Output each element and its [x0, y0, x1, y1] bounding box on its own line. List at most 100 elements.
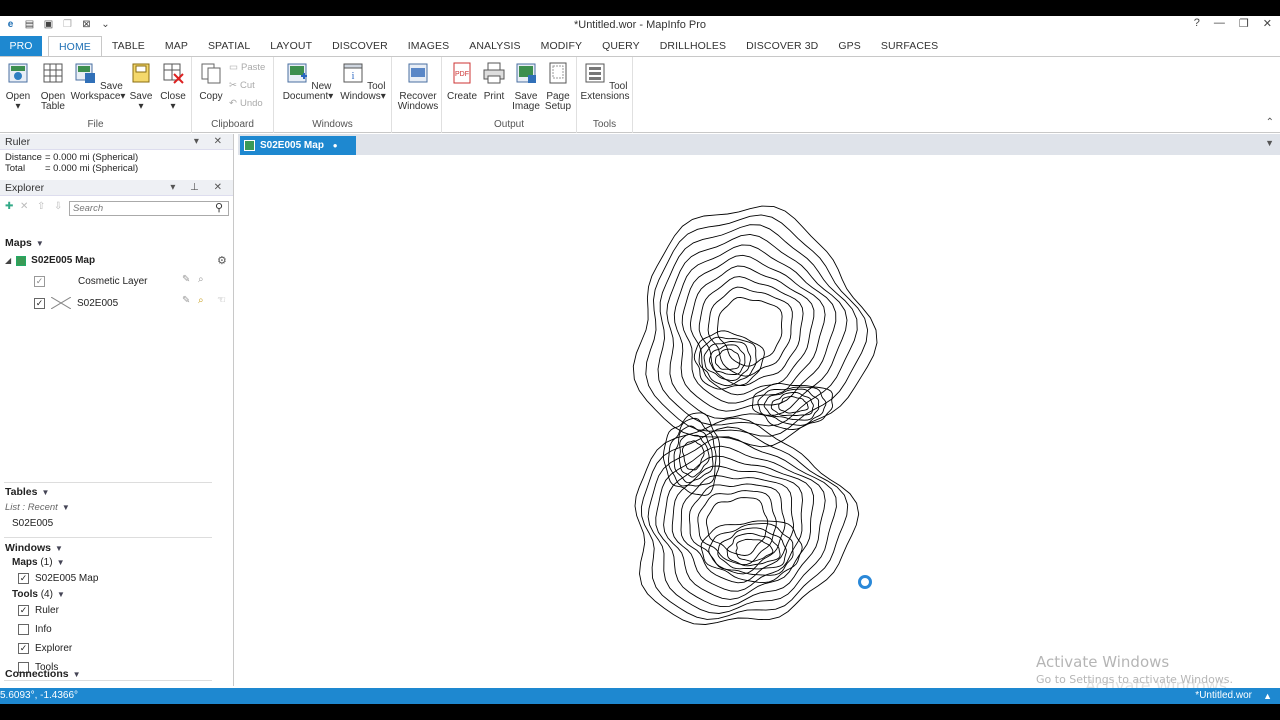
- map-tree-item[interactable]: ◢ S02E005 Map: [5, 255, 95, 266]
- collapse-ribbon-icon[interactable]: ⌃: [1266, 117, 1274, 128]
- explorer-search-input[interactable]: Search: [69, 201, 229, 216]
- save-button[interactable]: Save ▾: [127, 61, 155, 112]
- file-group-label: File: [87, 119, 104, 130]
- explorer-panel-header: Explorer ▾ ⊥ ✕: [0, 180, 233, 196]
- maps-subheader[interactable]: Maps (1) ▼: [12, 557, 65, 568]
- recover-windows-icon: [408, 63, 428, 83]
- contour-line: [698, 276, 804, 386]
- tool-checkbox[interactable]: [18, 624, 29, 635]
- save-icon: [132, 63, 150, 83]
- restore-button[interactable]: ❐: [1239, 17, 1249, 30]
- tab-query[interactable]: QUERY: [592, 36, 650, 56]
- edit-pencil-icon[interactable]: ✎: [182, 274, 190, 285]
- open-button[interactable]: Open ▾: [3, 61, 33, 112]
- move-down-icon[interactable]: ⇩: [54, 201, 62, 212]
- paste-button[interactable]: ▭ Paste: [229, 62, 265, 73]
- add-icon[interactable]: ✚: [5, 201, 13, 212]
- open-table-button[interactable]: Open Table: [37, 61, 69, 112]
- recover-group: Recover Windows: [392, 57, 442, 133]
- tool-row-info[interactable]: Info: [18, 624, 52, 635]
- chevron-down-icon: ▼: [35, 238, 44, 248]
- close-button[interactable]: ✕: [1263, 17, 1272, 30]
- tab-discover[interactable]: DISCOVER: [322, 36, 398, 56]
- search-icon[interactable]: ⚲: [215, 201, 223, 214]
- window-row-map[interactable]: ✓ S02E005 Map: [18, 573, 98, 584]
- move-up-icon[interactable]: ⇧: [37, 201, 45, 212]
- tool-name: Info: [35, 624, 52, 635]
- close-table-button[interactable]: Close ▾: [158, 61, 188, 112]
- tool-extensions-button[interactable]: Tool Extensions: [580, 61, 630, 102]
- layer-row-s02e005[interactable]: ✓ S02E005: [34, 296, 119, 310]
- layer-visibility-checkbox[interactable]: ✓: [34, 276, 45, 287]
- map-document-tab[interactable]: S02E005 Map ●: [240, 136, 356, 155]
- tab-home[interactable]: HOME: [48, 36, 102, 57]
- create-pdf-button[interactable]: PDF Create: [446, 61, 478, 102]
- output-group-label: Output: [493, 119, 525, 130]
- tab-drillholes[interactable]: DRILLHOLES: [650, 36, 736, 56]
- tools-subheader[interactable]: Tools (4) ▼: [12, 589, 65, 600]
- tab-gps[interactable]: GPS: [828, 36, 870, 56]
- new-document-button[interactable]: New Document▾: [280, 61, 336, 102]
- tab-table[interactable]: TABLE: [102, 36, 155, 56]
- layer-visibility-checkbox[interactable]: ✓: [34, 297, 45, 309]
- contour-line: [700, 520, 803, 584]
- activation-watermark-title: Activate Windows: [1036, 653, 1170, 671]
- tool-row-explorer[interactable]: ✓ Explorer: [18, 643, 72, 654]
- copy-button[interactable]: Copy: [197, 61, 225, 102]
- ruler-total-label: Total: [5, 163, 26, 174]
- tool-windows-button[interactable]: i Tool Windows▾: [338, 61, 388, 102]
- layer-row-cosmetic[interactable]: ✓ Cosmetic Layer: [34, 276, 147, 287]
- explorer-panel-controls[interactable]: ▾ ⊥ ✕: [170, 180, 228, 196]
- tables-section-header[interactable]: Tables ▼: [5, 486, 49, 498]
- remove-icon[interactable]: ✕: [20, 201, 28, 212]
- ruler-panel-controls[interactable]: ▾ ✕: [194, 134, 228, 150]
- undo-button[interactable]: ↶ Undo: [229, 98, 263, 109]
- tab-analysis[interactable]: ANALYSIS: [459, 36, 530, 56]
- save-workspace-button[interactable]: Save Workspace▾: [70, 61, 126, 102]
- print-button[interactable]: Print: [480, 61, 508, 102]
- edit-pencil-icon[interactable]: ✎: [182, 295, 190, 306]
- close-table-icon: [163, 63, 184, 84]
- tab-modify[interactable]: MODIFY: [531, 36, 592, 56]
- windows-section-header[interactable]: Windows ▼: [5, 542, 63, 554]
- new-document-icon: [287, 63, 307, 83]
- tab-surfaces[interactable]: SURFACES: [871, 36, 948, 56]
- divider: [4, 680, 212, 681]
- page-setup-button[interactable]: Page Setup: [543, 61, 573, 112]
- maps-section-header[interactable]: Maps ▼: [5, 237, 44, 249]
- table-list-item[interactable]: S02E005: [12, 518, 53, 529]
- ruler-total-value: = 0.000 mi (Spherical): [45, 163, 139, 174]
- map-window[interactable]: Activate Windows Go to Settings to activ…: [238, 155, 1280, 686]
- windows-group: New Document▾ i Tool Windows▾ Windows: [274, 57, 392, 133]
- status-menu-icon[interactable]: ▲: [1263, 688, 1272, 704]
- tab-images[interactable]: IMAGES: [398, 36, 459, 56]
- contour-map[interactable]: [238, 155, 1280, 686]
- recover-windows-button[interactable]: Recover Windows: [395, 61, 441, 112]
- ribbon-panel: Open ▾ Open Table Save Workspace▾ Save ▾ Clo…: [0, 56, 1280, 133]
- tab-list-dropdown-icon[interactable]: ▼: [1265, 138, 1274, 148]
- connections-section-header[interactable]: Connections ▼: [5, 668, 81, 680]
- tab-discover-3d[interactable]: DISCOVER 3D: [736, 36, 828, 56]
- selectable-icon[interactable]: ⌕: [198, 295, 204, 306]
- layer-name: S02E005: [77, 297, 119, 309]
- tool-checkbox[interactable]: ✓: [18, 605, 29, 616]
- tool-checkbox[interactable]: ✓: [18, 643, 29, 654]
- list-recent-dropdown[interactable]: List : Recent ▼: [5, 502, 70, 513]
- save-image-button[interactable]: Save Image: [510, 61, 542, 112]
- tree-collapse-icon[interactable]: ◢: [5, 256, 11, 265]
- contour-line: [681, 254, 826, 404]
- tab-layout[interactable]: LAYOUT: [260, 36, 322, 56]
- tab-map[interactable]: MAP: [155, 36, 198, 56]
- cut-button[interactable]: ✂ Cut: [229, 80, 255, 91]
- tab-spatial[interactable]: SPATIAL: [198, 36, 260, 56]
- tab-pro[interactable]: PRO: [0, 36, 42, 56]
- paste-icon: ▭: [229, 62, 238, 73]
- tab-pin-icon[interactable]: ●: [333, 141, 338, 150]
- selectable-icon[interactable]: ⌕: [198, 274, 204, 285]
- help-button[interactable]: ?: [1194, 17, 1200, 30]
- map-options-icon[interactable]: ⚙: [217, 254, 227, 267]
- hand-icon[interactable]: ☜: [217, 295, 226, 306]
- window-checkbox[interactable]: ✓: [18, 573, 29, 584]
- tool-row-ruler[interactable]: ✓ Ruler: [18, 605, 59, 616]
- minimize-button[interactable]: —: [1214, 17, 1225, 30]
